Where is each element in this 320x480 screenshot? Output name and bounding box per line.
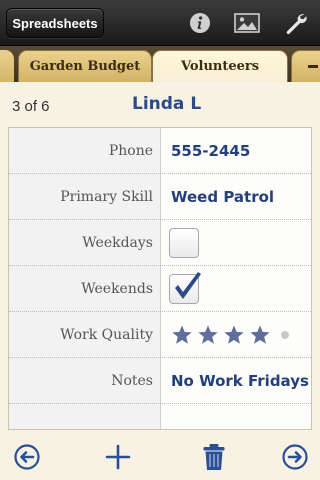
previous-arrow-icon[interactable] — [10, 440, 44, 474]
star-icon[interactable] — [195, 322, 221, 348]
field-label: Work Quality — [60, 327, 153, 343]
record-form: Phone 555-2445 Primary Skill Weed Patrol… — [8, 127, 312, 430]
record-title: Linda L — [132, 94, 202, 114]
primary-skill-value[interactable]: Weed Patrol — [171, 174, 309, 220]
empty-star-dot-icon[interactable] — [281, 331, 289, 339]
checkmark-icon — [175, 272, 201, 299]
wrench-icon[interactable] — [282, 9, 310, 37]
form-row-primary-skill: Primary Skill Weed Patrol — [9, 174, 311, 220]
rating-stars[interactable] — [169, 322, 289, 348]
star-icon[interactable] — [247, 322, 273, 348]
notes-value[interactable]: No Work Fridays — [171, 358, 309, 404]
star-icon[interactable] — [221, 322, 247, 348]
weekdays-checkbox[interactable] — [169, 228, 199, 258]
sheet-tabs: Garden Budget Volunteers — [0, 46, 320, 82]
phone-value[interactable]: 555-2445 — [171, 128, 309, 174]
trash-icon[interactable] — [197, 440, 231, 474]
field-label: Weekends — [81, 281, 153, 297]
bottom-toolbar — [0, 434, 320, 480]
add-icon[interactable] — [101, 440, 135, 474]
weekends-checkbox[interactable] — [169, 272, 201, 304]
tab-volunteers[interactable]: Volunteers — [152, 50, 288, 82]
field-label: Phone — [108, 143, 153, 159]
top-toolbar: Spreadsheets — [0, 0, 320, 46]
form-row-weekends: Weekends — [9, 266, 311, 312]
spreadsheets-button[interactable]: Spreadsheets — [6, 8, 104, 38]
star-icon[interactable] — [169, 322, 195, 348]
tab-hidden-left[interactable] — [0, 50, 14, 82]
info-icon[interactable] — [186, 9, 214, 37]
next-arrow-icon[interactable] — [278, 440, 312, 474]
field-label: Primary Skill — [60, 189, 153, 205]
form-row-work-quality: Work Quality — [9, 312, 311, 358]
field-label: Notes — [111, 373, 153, 389]
dash-icon — [308, 64, 318, 68]
tab-add[interactable] — [291, 50, 320, 82]
tab-garden-budget[interactable]: Garden Budget — [18, 50, 152, 82]
empty-row — [9, 404, 311, 430]
form-row-notes: Notes No Work Fridays — [9, 358, 311, 404]
record-counter: 3 of 6 — [12, 98, 50, 115]
field-label: Weekdays — [82, 235, 153, 251]
form-row-phone: Phone 555-2445 — [9, 128, 311, 174]
image-icon[interactable] — [233, 9, 261, 37]
form-row-weekdays: Weekdays — [9, 220, 311, 266]
